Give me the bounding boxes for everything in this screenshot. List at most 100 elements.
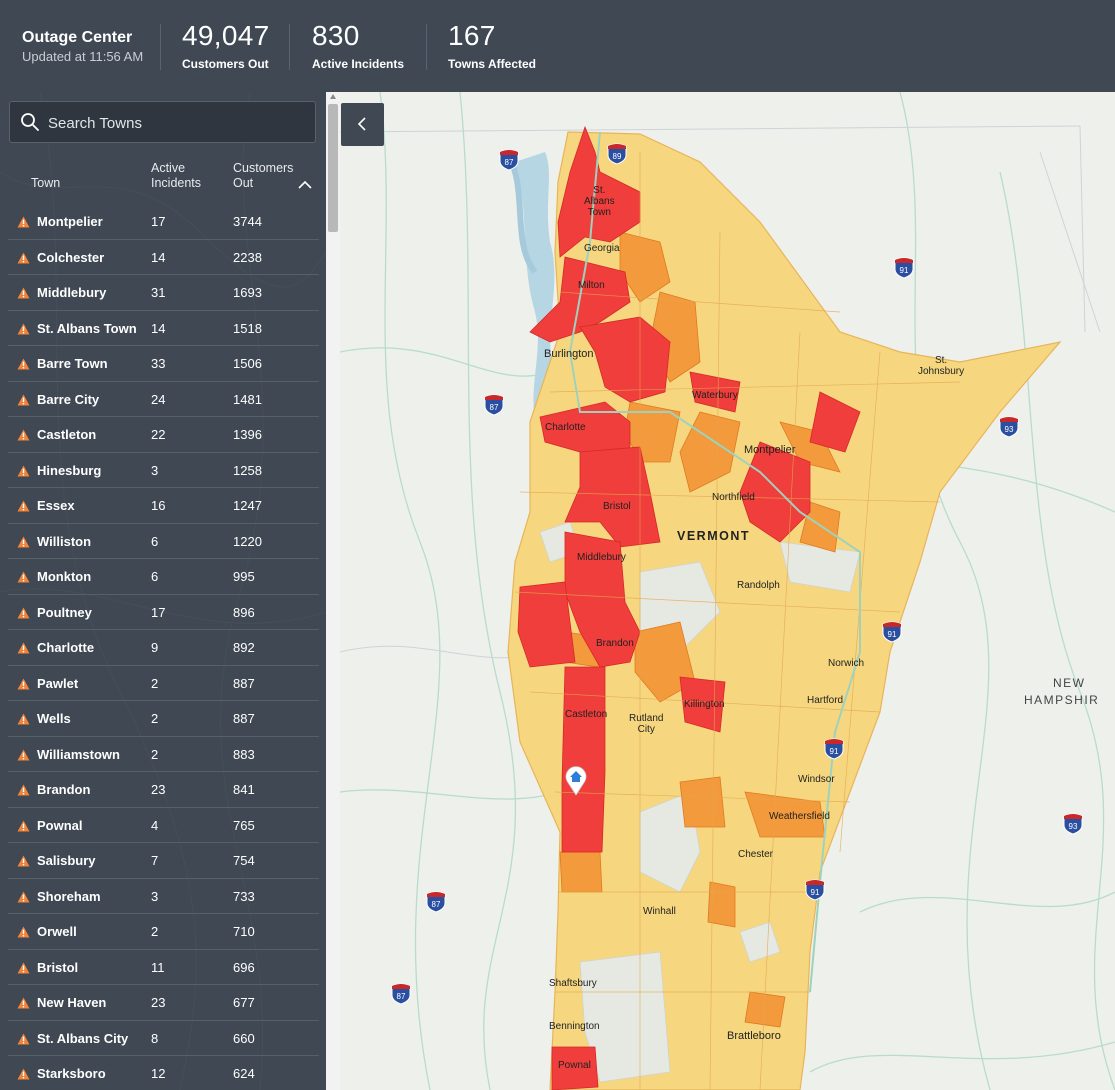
table-row[interactable]: Hinesburg 3 1258 [8, 453, 319, 488]
table-row[interactable]: Castleton 22 1396 [8, 417, 319, 453]
table-row[interactable]: Middlebury 31 1693 [8, 275, 319, 311]
table-row[interactable]: Monkton 6 995 [8, 559, 319, 595]
warning-icon [17, 997, 30, 1009]
map-label-text: Town [587, 207, 611, 218]
map-label-hartford: Hartford [807, 695, 844, 706]
customers-out-count: 733 [233, 888, 255, 904]
incident-count: 3 [151, 462, 159, 478]
map-label-milton: Milton [578, 280, 605, 291]
table-row[interactable]: Barre Town 33 1506 [8, 346, 319, 382]
towns-affected-value: 167 [448, 20, 496, 51]
customers-out-count: 1518 [233, 320, 262, 336]
collapse-sidebar-button[interactable] [341, 103, 384, 146]
table-row[interactable]: Orwell 2 710 [8, 914, 319, 950]
table-row[interactable]: New Haven 23 677 [8, 985, 319, 1021]
customers-out-count: 3744 [233, 214, 262, 229]
warning-icon [17, 820, 30, 831]
table-row[interactable]: Williamstown 2 883 [8, 737, 319, 772]
town-name: Barre Town [37, 356, 108, 371]
search-input[interactable] [46, 102, 310, 144]
map-label-new-hampshire: NEW HAMPSHIR [1024, 675, 1099, 709]
scroll-up-arrow-icon[interactable] [330, 94, 336, 99]
town-name: New Haven [37, 995, 107, 1010]
column-header-customers[interactable]: Customers Out [233, 161, 293, 191]
town-name: Williamstown [37, 746, 120, 762]
incident-count: 2 [151, 675, 159, 691]
customers-out-value: 49,047 [182, 20, 270, 51]
table-row[interactable]: Pownal 4 765 [8, 808, 319, 843]
customers-out-count: 624 [233, 1066, 255, 1081]
map-label-brandon: Brandon [596, 638, 634, 649]
table-row[interactable]: Charlotte 9 892 [8, 630, 319, 666]
shield-number: 87 [505, 158, 514, 167]
town-name: Hinesburg [37, 462, 102, 478]
outage-map[interactable]: 89 87 87 87 87 91 91 91 91 93 93 St. Albans Town G… [340, 92, 1115, 1090]
customers-out-count: 1693 [233, 285, 262, 300]
map-label-montpelier: Montpelier [744, 444, 796, 456]
shield-number: 87 [432, 900, 441, 909]
map-label-waterbury: Waterbury [692, 390, 738, 401]
map-label-windsor: Windsor [798, 774, 835, 785]
town-name: Poultney [37, 604, 92, 620]
interstate-shield-icon: 91 [894, 257, 914, 279]
map-label-norwich: Norwich [828, 658, 865, 669]
incident-count: 23 [151, 995, 166, 1010]
map-label-rutland-city: Rutland City [629, 713, 663, 735]
town-list: Montpelier 17 3744 Colchester 14 2238 Middlebu… [8, 204, 319, 1090]
map-label-winhall: Winhall [643, 906, 676, 917]
customers-out-count: 754 [233, 853, 255, 868]
home-marker-icon[interactable] [564, 764, 588, 796]
map-label-killington: Killington [684, 699, 725, 710]
shield-number: 91 [888, 630, 897, 639]
map-label-charlotte: Charlotte [545, 422, 586, 433]
table-row[interactable]: Bristol 11 696 [8, 950, 319, 985]
town-name: Pownal [37, 817, 83, 833]
shield-number: 87 [397, 992, 406, 1001]
shield-number: 87 [490, 403, 499, 412]
incident-count: 33 [151, 356, 166, 371]
table-row[interactable]: St. Albans City 8 660 [8, 1021, 319, 1056]
warning-icon [17, 323, 30, 334]
customers-out-count: 677 [233, 995, 255, 1010]
column-header-town[interactable]: Town [31, 176, 60, 191]
column-header-incidents[interactable]: Active Incidents [151, 161, 201, 191]
table-row[interactable]: Poultney 17 896 [8, 595, 319, 630]
table-row[interactable]: Montpelier 17 3744 [8, 204, 319, 240]
sidebar-scrollbar[interactable] [326, 92, 340, 1090]
interstate-shield-icon: 87 [391, 983, 411, 1005]
table-row[interactable]: Essex 16 1247 [8, 488, 319, 524]
table-row[interactable]: Brandon 23 841 [8, 772, 319, 808]
incident-count: 2 [151, 711, 159, 726]
warning-icon [17, 465, 30, 476]
search-box[interactable] [9, 101, 316, 144]
map-label-text: NEW [1053, 676, 1086, 690]
sort-chevron-up-icon[interactable] [298, 180, 312, 189]
table-row[interactable]: Shoreham 3 733 [8, 879, 319, 914]
table-row[interactable]: St. Albans Town 14 1518 [8, 311, 319, 346]
table-row[interactable]: Salisbury 7 754 [8, 843, 319, 879]
active-incidents-label: Active Incidents [312, 57, 405, 71]
customers-out-count: 883 [233, 746, 255, 762]
map-label-northfield: Northfield [712, 492, 755, 503]
map-label-weathersfield: Weathersfield [769, 811, 830, 822]
interstate-shield-icon: 87 [426, 891, 446, 913]
map-label-st-albans-town: St. Albans Town [584, 185, 615, 218]
table-row[interactable]: Wells 2 887 [8, 701, 319, 737]
customers-out-count: 892 [233, 640, 255, 655]
scrollbar-thumb[interactable] [328, 104, 338, 232]
search-icon [21, 113, 39, 131]
table-row[interactable]: Pawlet 2 887 [8, 666, 319, 701]
table-row[interactable]: Colchester 14 2238 [8, 240, 319, 275]
map-label-text: Johnsbury [918, 366, 965, 377]
map-label-text: Rutland [629, 713, 664, 724]
table-row[interactable]: Starksboro 12 624 [8, 1056, 319, 1090]
table-row[interactable]: Barre City 24 1481 [8, 382, 319, 417]
map-label-burlington: Burlington [544, 348, 594, 360]
chevron-left-icon [357, 117, 366, 131]
warning-icon [17, 536, 30, 547]
customers-out-count: 887 [233, 675, 255, 691]
incident-count: 4 [151, 817, 159, 833]
table-row[interactable]: Williston 6 1220 [8, 524, 319, 559]
town-name: Castleton [37, 427, 97, 442]
map-canvas[interactable]: 89 87 87 87 87 91 91 91 91 93 93 [340, 92, 1115, 1090]
